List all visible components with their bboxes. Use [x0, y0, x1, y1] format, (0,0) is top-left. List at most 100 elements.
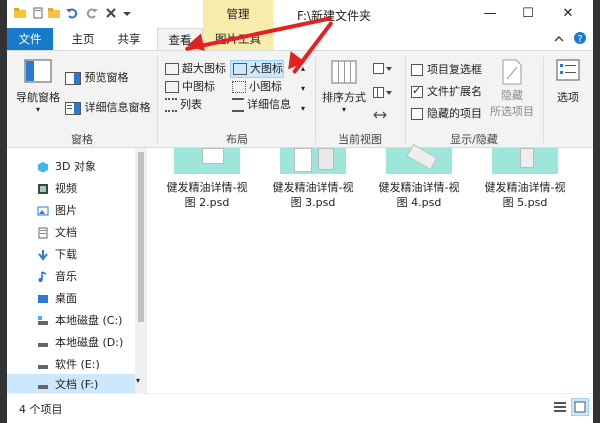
item-checkboxes-toggle[interactable]: 项目复选框	[411, 61, 482, 77]
details-icon	[232, 98, 244, 112]
layout-small-icons[interactable]: 小图标	[230, 79, 282, 95]
file-item[interactable]: 健发精油详情-视图 5.psd	[477, 148, 573, 210]
preview-pane-button[interactable]: 预览窗格	[65, 69, 129, 85]
bottle-shape	[520, 148, 534, 168]
picture-icon	[37, 206, 49, 216]
layout-scroll-icon[interactable]: ▴ ▾ ▾	[301, 59, 305, 119]
collapse-ribbon-icon[interactable]	[553, 34, 565, 44]
file-item[interactable]: 健发精油详情-视图 2.psd	[159, 148, 255, 210]
layout-extra-large-icons[interactable]: 超大图标	[163, 61, 226, 77]
layout-list[interactable]: 列表	[163, 97, 202, 113]
navigation-pane: 3D 对象 视频 图片 文档 下载 音乐 桌面 本地磁盘 (C:) 本地磁盘 (…	[7, 148, 147, 396]
maximize-button[interactable]: ☐	[513, 4, 543, 24]
file-item[interactable]: 健发精油详情-视图 4.psd	[371, 143, 467, 210]
sidebar-item-videos[interactable]: 视频	[7, 178, 135, 200]
small-icons-icon	[232, 81, 246, 93]
properties-icon[interactable]	[31, 6, 45, 20]
file-item[interactable]: 健发精油详情-视图 3.psd	[265, 148, 361, 210]
group-label-layout: 布局	[226, 133, 248, 146]
sidebar-item-label: 软件 (E:)	[55, 358, 100, 371]
options-label: 选项	[557, 91, 579, 104]
group-label-show-hide: 显示/隐藏	[450, 133, 498, 146]
minimize-button[interactable]: —	[475, 4, 505, 24]
sidebar-item-music[interactable]: 音乐	[7, 266, 135, 288]
sidebar-scrollbar[interactable]: ▾	[135, 148, 147, 393]
tab-share[interactable]: 共享	[107, 28, 151, 50]
sidebar-item-3d-objects[interactable]: 3D 对象	[7, 156, 135, 178]
music-note-icon	[38, 271, 47, 282]
tab-home[interactable]: 主页	[63, 28, 103, 50]
sort-by-button[interactable]: 排序方式 ▾	[321, 59, 367, 114]
sidebar-item-label: 3D 对象	[55, 160, 96, 173]
list-icon	[165, 98, 177, 112]
nav-pane-label: 导航窗格	[16, 91, 60, 104]
separator	[543, 57, 544, 143]
preview-pane-label: 预览窗格	[84, 71, 129, 84]
film-icon	[38, 184, 48, 194]
bottle-shape	[294, 148, 312, 172]
hide-selected-icon	[502, 59, 522, 85]
ribbon-tabs: 文件 主页 共享 查看 图片工具 ?	[7, 28, 593, 51]
options-icon	[556, 59, 580, 81]
context-tab-manage[interactable]: 管理	[203, 0, 273, 28]
group-by-icon[interactable]	[373, 63, 393, 75]
file-extensions-toggle[interactable]: 文件扩展名	[411, 83, 482, 99]
large-icons-view-icon[interactable]	[571, 398, 589, 416]
nav-pane-icon	[24, 59, 52, 83]
background-left	[0, 0, 7, 423]
sidebar-item-label: 视频	[55, 182, 77, 195]
file-view: 健发精油详情-视图 2.psd 健发精油详情-视图 3.psd 健发精油详情-视…	[147, 143, 593, 393]
sidebar-item-label: 本地磁盘 (D:)	[55, 336, 124, 349]
details-view-icon[interactable]	[553, 400, 567, 414]
scroll-down-icon[interactable]: ▾	[136, 376, 140, 385]
bottle-shape	[202, 148, 224, 164]
extra-large-icons-icon	[165, 63, 179, 75]
chevron-down-icon: ▾	[341, 105, 346, 114]
drive-icon	[38, 385, 48, 389]
delete-icon[interactable]	[104, 6, 118, 20]
layout-medium-icons[interactable]: 中图标	[163, 79, 215, 95]
sidebar-item-drive-c[interactable]: 本地磁盘 (C:)	[7, 310, 135, 332]
redo-icon[interactable]	[85, 6, 99, 20]
customize-toolbar-icon[interactable]	[120, 6, 134, 20]
size-columns-icon[interactable]	[373, 109, 387, 121]
medium-icons-icon	[165, 81, 179, 93]
details-pane-button[interactable]: 详细信息窗格	[65, 99, 151, 115]
sidebar-item-label: 下载	[55, 248, 77, 261]
sidebar-item-downloads[interactable]: 下载	[7, 244, 135, 266]
sidebar-item-desktop[interactable]: 桌面	[7, 288, 135, 310]
group-label-panes: 窗格	[71, 133, 93, 146]
tab-file[interactable]: 文件	[7, 28, 53, 50]
help-icon[interactable]: ?	[573, 31, 587, 45]
checkbox-checked[interactable]	[411, 84, 423, 98]
psd-thumbnail	[280, 148, 346, 174]
drive-icon	[38, 343, 48, 347]
new-folder-icon[interactable]	[47, 6, 61, 20]
close-button[interactable]: ✕	[553, 4, 583, 24]
sidebar-item-drive-d[interactable]: 本地磁盘 (D:)	[7, 332, 135, 354]
psd-thumbnail	[386, 143, 452, 174]
checkbox[interactable]	[411, 108, 423, 120]
sidebar-item-drive-e[interactable]: 软件 (E:)	[7, 354, 135, 376]
layout-details[interactable]: 详细信息	[230, 97, 291, 113]
layout-large-icons[interactable]: 大图标	[230, 60, 284, 78]
hide-selected-button[interactable]: 隐藏 所选项目	[487, 59, 537, 119]
sidebar-item-pictures[interactable]: 图片	[7, 200, 135, 222]
hide-selected-label-2: 所选项目	[490, 105, 534, 118]
layout-item-label: 小图标	[249, 80, 282, 93]
layout-item-label: 中图标	[182, 80, 215, 93]
hidden-items-toggle[interactable]: 隐藏的项目	[411, 105, 482, 121]
sidebar-item-documents[interactable]: 文档	[7, 222, 135, 244]
options-button[interactable]: 选项	[547, 59, 589, 105]
layout-item-label: 大图标	[250, 62, 283, 75]
nav-pane-button[interactable]: 导航窗格 ▾	[15, 59, 61, 114]
layout-item-label: 超大图标	[182, 62, 226, 75]
sidebar-item-label: 桌面	[55, 292, 77, 305]
add-columns-icon[interactable]	[373, 87, 393, 99]
undo-icon[interactable]	[65, 6, 79, 20]
folder-icon	[14, 8, 26, 18]
sidebar-item-label: 音乐	[55, 270, 77, 283]
scrollbar-thumb[interactable]	[138, 152, 144, 322]
checkbox[interactable]	[411, 64, 423, 76]
details-pane-icon	[65, 101, 81, 115]
